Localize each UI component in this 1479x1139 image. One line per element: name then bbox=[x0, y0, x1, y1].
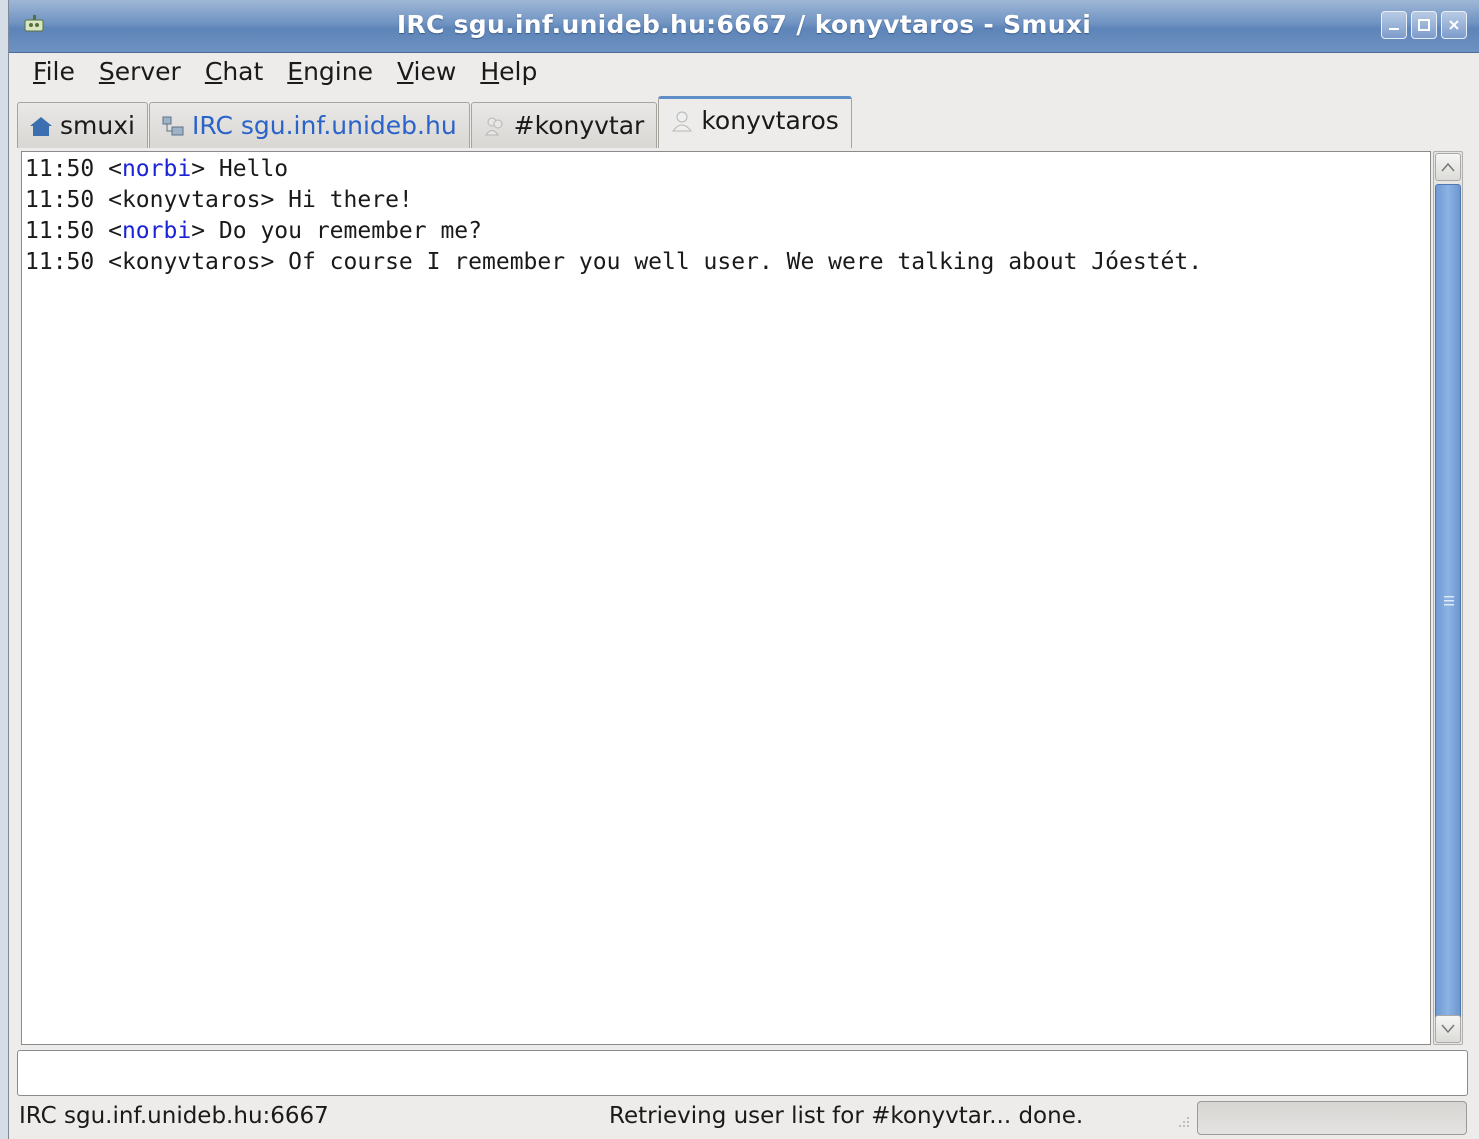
menu-view-label: iew bbox=[413, 57, 457, 86]
chevron-down-icon bbox=[1441, 1024, 1455, 1034]
message-nick: konyvtaros bbox=[121, 249, 261, 275]
menu-server-mnemonic: S bbox=[98, 57, 115, 86]
tab-server-label: IRC sgu.inf.unideb.hu bbox=[191, 111, 457, 140]
network-icon bbox=[162, 116, 184, 135]
message-input[interactable] bbox=[17, 1050, 1468, 1096]
message-line: 11:50 <norbi> Hello bbox=[25, 156, 289, 182]
menu-engine-mnemonic: E bbox=[287, 57, 304, 86]
menu-server[interactable]: Server bbox=[87, 54, 193, 90]
menu-bar: File Server Chat Engine View Help bbox=[9, 52, 1479, 92]
menu-engine-label: ngine bbox=[303, 57, 373, 86]
scroll-up-button[interactable] bbox=[1435, 153, 1461, 181]
menu-view-mnemonic: V bbox=[396, 57, 414, 86]
message-line: 11:50 <norbi> Do you remember me? bbox=[25, 218, 483, 244]
maximize-button[interactable] bbox=[1411, 11, 1437, 39]
tab-server[interactable]: IRC sgu.inf.unideb.hu bbox=[148, 102, 470, 148]
message-line: 11:50 <konyvtaros> Hi there! bbox=[25, 187, 413, 213]
message-time: 11:50 bbox=[25, 249, 95, 275]
window-title: IRC sgu.inf.unideb.hu:6667 / konyvtaros … bbox=[396, 10, 1092, 39]
message-text: Of course I remember you well user. We w… bbox=[288, 249, 1203, 275]
chat-log[interactable]: 11:50 <norbi> Hello 11:50 <konyvtaros> Hi… bbox=[21, 151, 1431, 1045]
message-nick: konyvtaros bbox=[121, 187, 261, 213]
menu-help[interactable]: Help bbox=[468, 54, 549, 90]
close-icon bbox=[1449, 20, 1459, 30]
chevron-up-icon bbox=[1441, 162, 1455, 172]
menu-chat[interactable]: Chat bbox=[193, 54, 275, 90]
scroll-down-button[interactable] bbox=[1435, 1015, 1461, 1043]
message-nick: norbi bbox=[121, 218, 192, 244]
tab-channel-label: #konyvtar bbox=[513, 111, 645, 140]
message-line: 11:50 <konyvtaros> Of course I remember … bbox=[25, 249, 1203, 275]
message-text: Do you remember me? bbox=[218, 218, 483, 244]
smuxi-window: IRC sgu.inf.unideb.hu:6667 / konyvtaros … bbox=[8, 0, 1479, 1139]
status-network: IRC sgu.inf.unideb.hu:6667 bbox=[19, 1103, 329, 1129]
message-time: 11:50 bbox=[25, 218, 95, 244]
window-controls bbox=[1381, 11, 1467, 39]
message-text: Hello bbox=[218, 156, 289, 182]
chat-scrollbar[interactable] bbox=[1433, 151, 1463, 1045]
resize-grip-icon[interactable] bbox=[1171, 1113, 1191, 1133]
menu-server-label: erver bbox=[114, 57, 181, 86]
chat-tabs: smuxi IRC sgu.inf.unideb.hu #konyvtar ko… bbox=[17, 96, 853, 148]
status-progress-bar bbox=[1197, 1101, 1467, 1135]
menu-chat-label: hat bbox=[222, 57, 264, 86]
status-message: Retrieving user list for #konyvtar... do… bbox=[609, 1103, 1084, 1129]
menu-file-mnemonic: F bbox=[33, 57, 46, 86]
message-text: Hi there! bbox=[288, 187, 413, 213]
message-time: 11:50 bbox=[25, 156, 95, 182]
menu-help-mnemonic: H bbox=[480, 57, 500, 86]
tab-query[interactable]: konyvtaros bbox=[658, 96, 852, 148]
message-nick: norbi bbox=[121, 156, 192, 182]
person-icon bbox=[672, 111, 693, 131]
menu-help-label: elp bbox=[499, 57, 538, 86]
group-icon bbox=[484, 117, 503, 135]
menu-view[interactable]: View bbox=[385, 54, 468, 90]
tab-query-label: konyvtaros bbox=[701, 106, 839, 135]
minimize-icon bbox=[1389, 28, 1399, 30]
message-time: 11:50 bbox=[25, 187, 95, 213]
maximize-icon bbox=[1418, 19, 1430, 31]
menu-file[interactable]: File bbox=[21, 54, 87, 90]
tab-smuxi[interactable]: smuxi bbox=[17, 102, 148, 148]
close-button[interactable] bbox=[1441, 11, 1467, 39]
minimize-button[interactable] bbox=[1381, 11, 1407, 39]
menu-engine[interactable]: Engine bbox=[275, 54, 385, 90]
tab-smuxi-label: smuxi bbox=[60, 111, 135, 140]
grip-icon bbox=[1444, 596, 1454, 606]
scroll-thumb[interactable] bbox=[1435, 184, 1461, 1024]
title-bar[interactable]: IRC sgu.inf.unideb.hu:6667 / konyvtaros … bbox=[9, 0, 1479, 53]
home-icon bbox=[30, 116, 52, 136]
menu-chat-mnemonic: C bbox=[204, 57, 223, 86]
menu-file-label: ile bbox=[45, 57, 75, 86]
tab-channel[interactable]: #konyvtar bbox=[470, 102, 658, 148]
status-bar: IRC sgu.inf.unideb.hu:6667 Retrieving us… bbox=[9, 1099, 1479, 1139]
